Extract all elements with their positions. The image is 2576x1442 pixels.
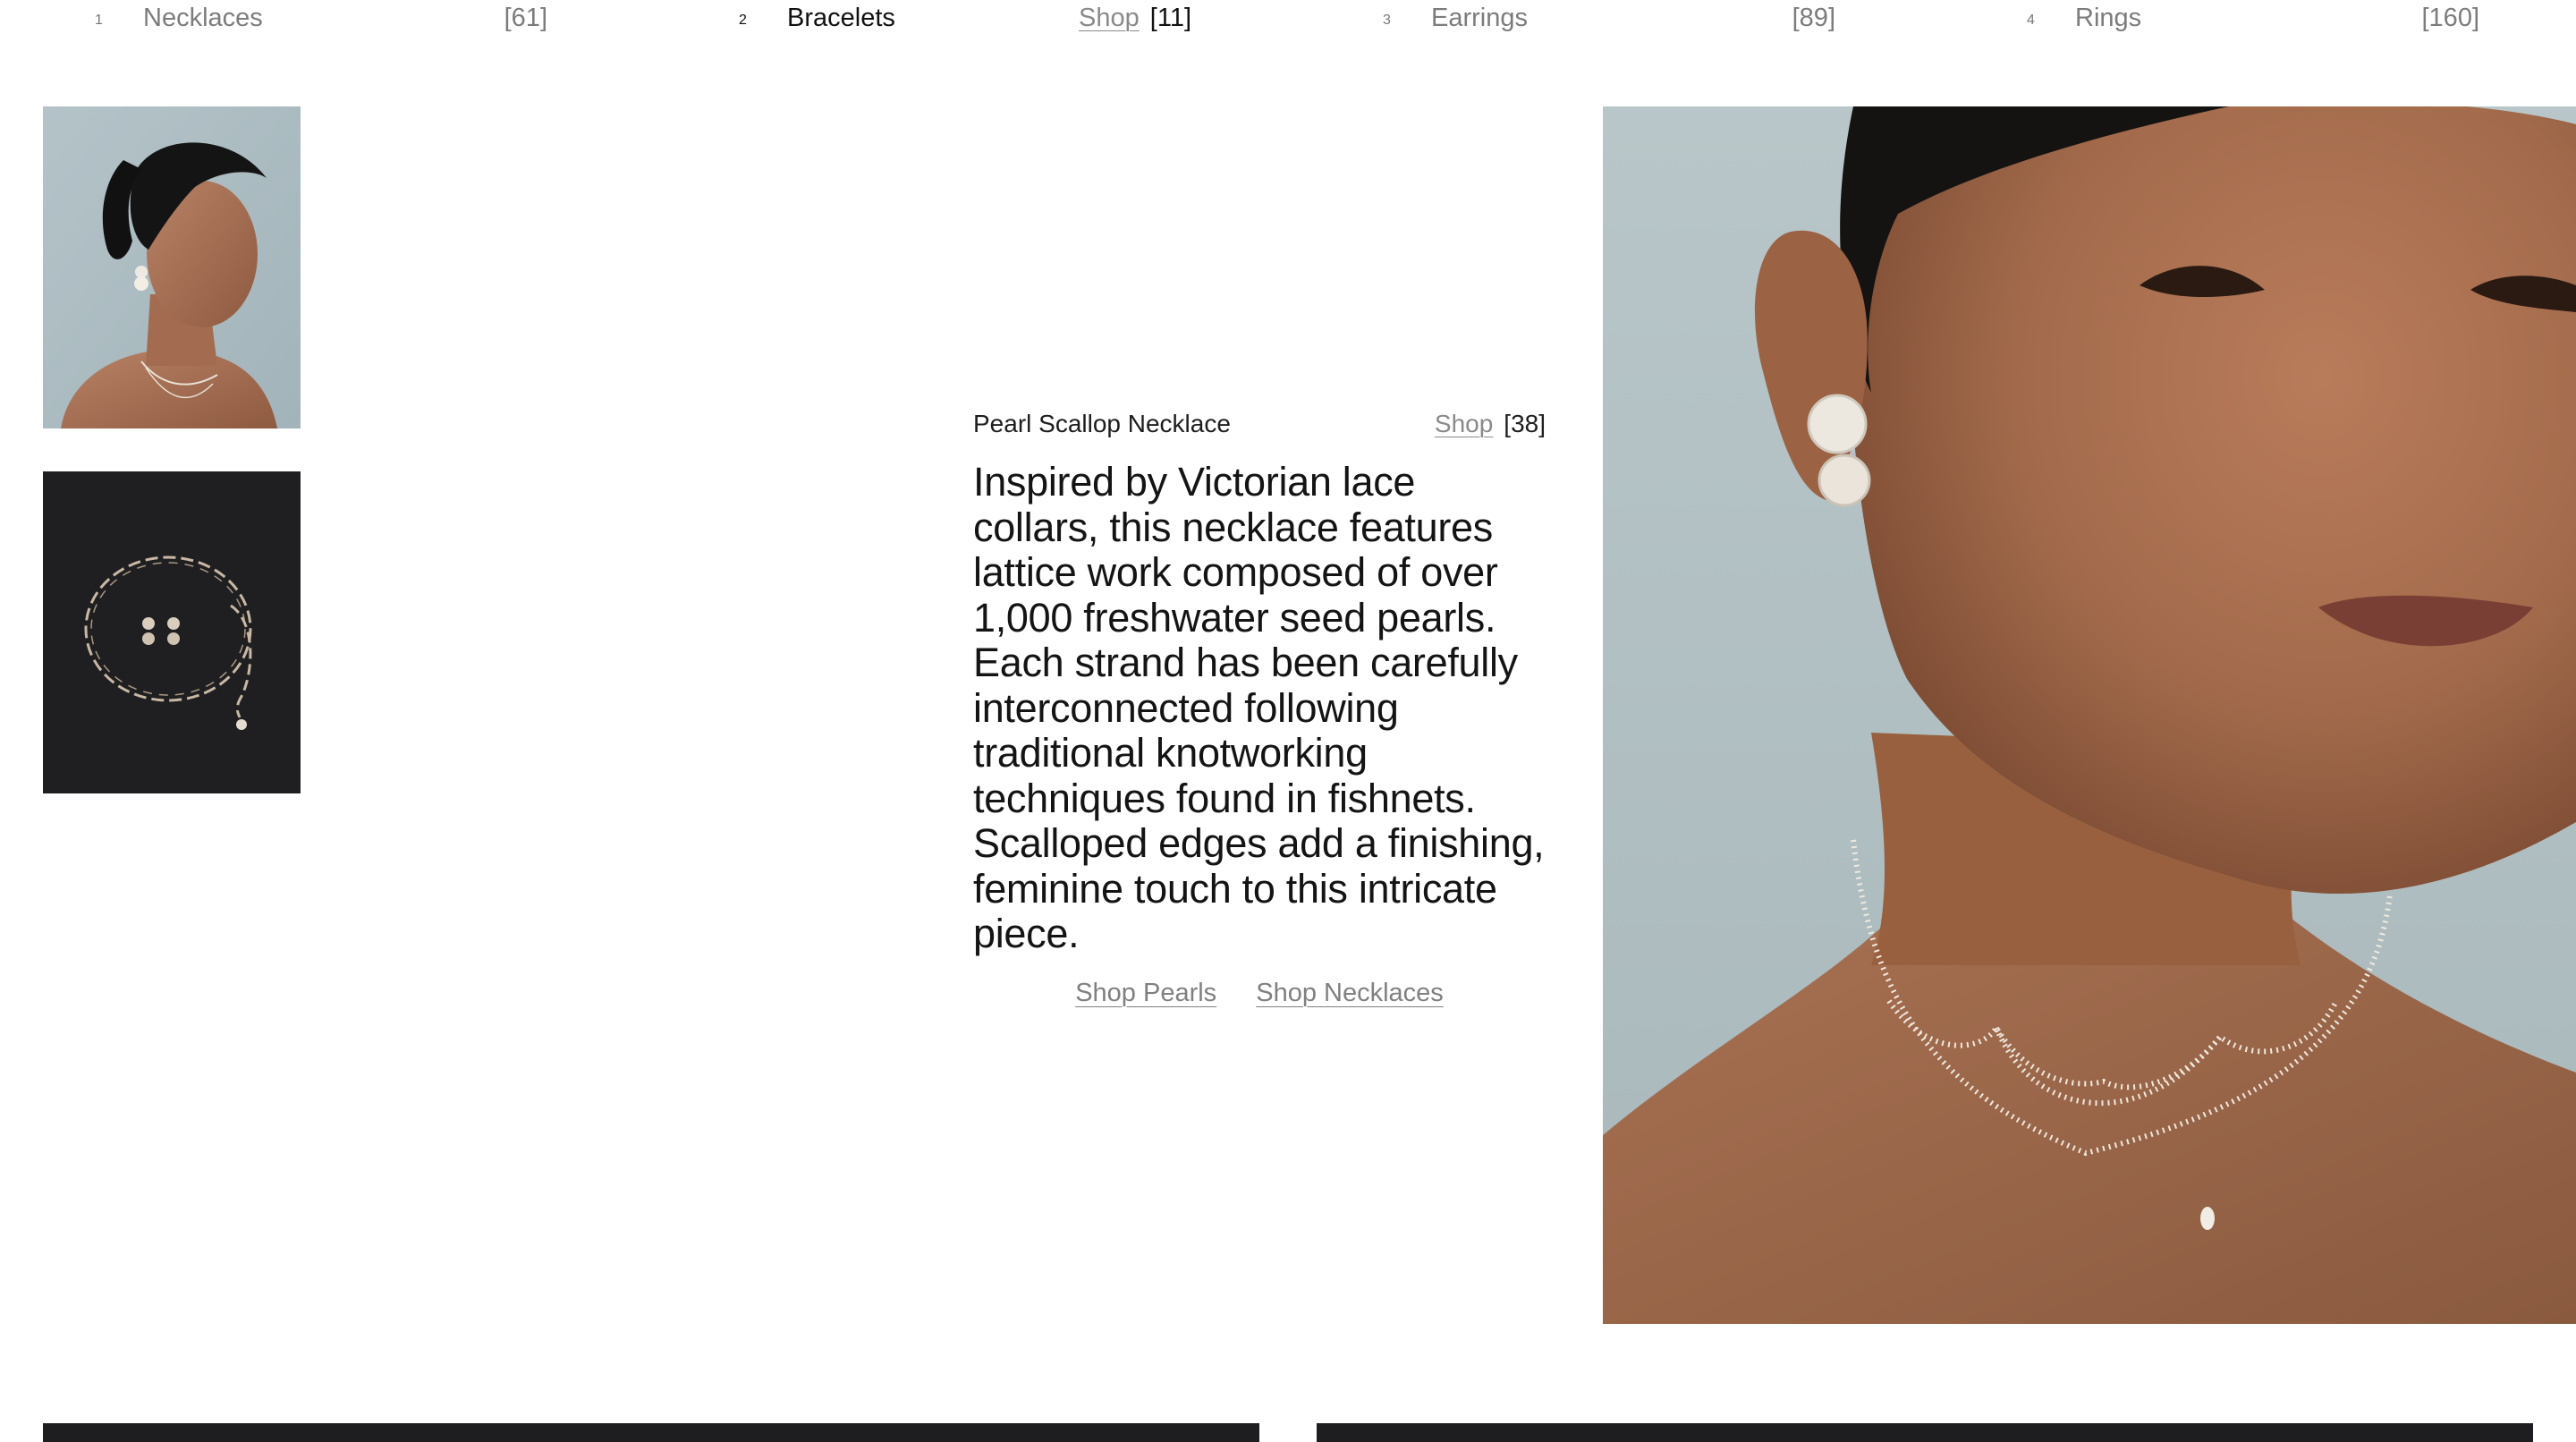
thumbnail-model-profile[interactable]	[43, 106, 301, 428]
category-label[interactable]: Rings	[2075, 4, 2141, 33]
category-count: [11]	[1149, 4, 1191, 32]
shop-necklaces-link[interactable]: Shop Necklaces	[1256, 979, 1444, 1007]
category-rings[interactable]: 4 Rings [160]	[2027, 0, 2479, 39]
product-count: [38]	[1504, 410, 1546, 437]
category-count: [61]	[504, 4, 547, 32]
category-label[interactable]: Bracelets	[787, 4, 895, 33]
bottom-image-tile-right[interactable]	[1317, 1423, 2533, 1442]
category-bracelets[interactable]: 2 Bracelets Shop [11]	[739, 0, 1191, 39]
category-count: [160]	[2421, 4, 2480, 32]
category-label[interactable]: Necklaces	[143, 4, 263, 33]
necklace-flatlay-photo	[43, 471, 301, 793]
category-label[interactable]: Earrings	[1431, 4, 1528, 33]
category-count: [89]	[1792, 4, 1835, 32]
category-necklaces[interactable]: 1 Necklaces [61]	[95, 0, 547, 39]
shop-pearls-link[interactable]: Shop Pearls	[1075, 979, 1216, 1007]
category-shop-link[interactable]: Shop	[1079, 4, 1140, 32]
category-number: 2	[739, 13, 747, 28]
category-number: 1	[95, 13, 103, 28]
category-nav: 1 Necklaces [61] 2 Bracelets Shop [11] 3 …	[0, 0, 2576, 39]
hero-image	[1603, 106, 2576, 1324]
thumbnail-necklace-flatlay[interactable]	[43, 471, 301, 793]
product-description: Pearl Scallop Necklace Shop [38] Inspired…	[973, 406, 1546, 1008]
category-earrings[interactable]: 3 Earrings [89]	[1383, 0, 1835, 39]
category-number: 3	[1383, 13, 1391, 28]
product-shop-link[interactable]: Shop	[1435, 410, 1493, 437]
category-number: 4	[2027, 13, 2035, 28]
product-description-text: Inspired by Victorian lace collars, this…	[973, 459, 1545, 956]
model-profile-photo	[43, 106, 301, 428]
product-title: Pearl Scallop Necklace	[973, 410, 1231, 437]
model-closeup-photo	[1603, 106, 2576, 1324]
bottom-image-tile-left[interactable]	[43, 1423, 1259, 1442]
